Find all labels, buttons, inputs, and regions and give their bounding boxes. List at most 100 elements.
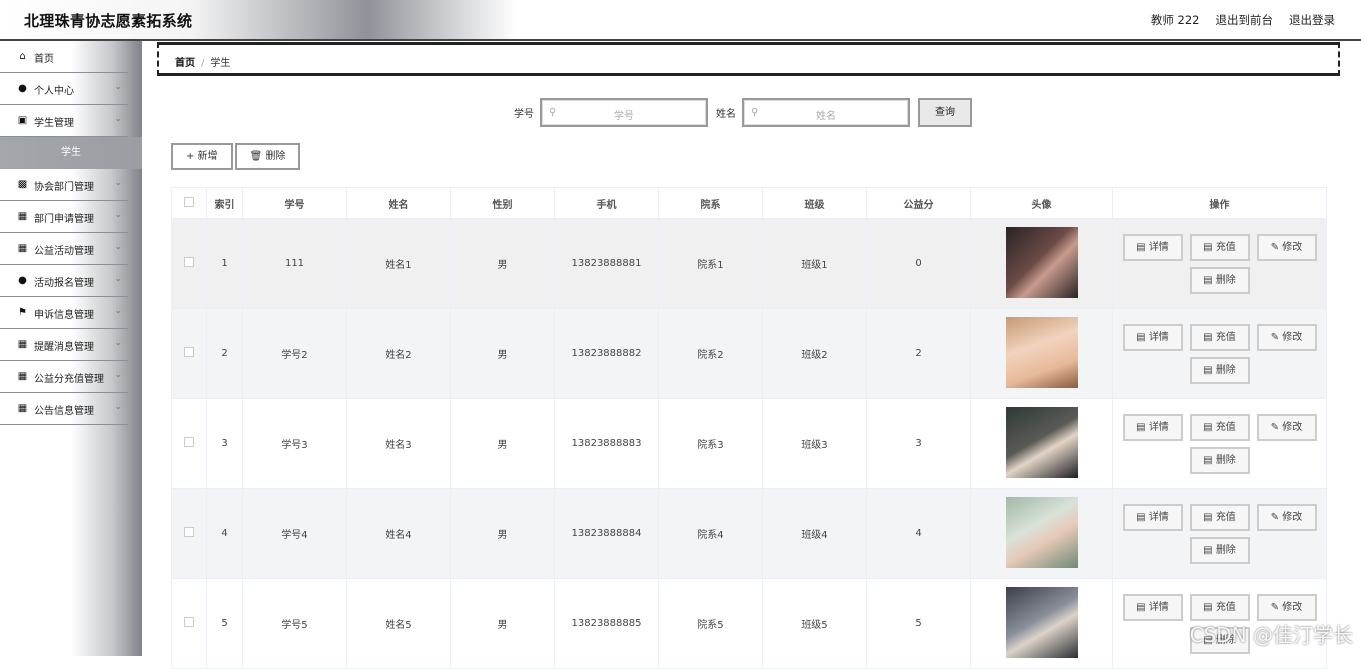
cell-dept: 院系5 bbox=[659, 579, 763, 669]
detail-button[interactable]: ▤ 详情 bbox=[1123, 234, 1183, 261]
sidebar-item-signup[interactable]: ● 活动报名管理 ⌄ bbox=[0, 265, 128, 297]
cell-phone: 13823888885 bbox=[555, 579, 659, 669]
edit-label: 修改 bbox=[1282, 602, 1302, 613]
cell-class: 班级5 bbox=[763, 579, 867, 669]
cell-sex: 男 bbox=[451, 399, 555, 489]
delete-label: 删除 bbox=[1216, 545, 1236, 556]
col-header-sid: 学号 bbox=[243, 188, 347, 219]
chevron-down-icon: ⌄ bbox=[114, 370, 122, 380]
detail-button[interactable]: ▤ 详情 bbox=[1123, 594, 1183, 621]
cell-score: 3 bbox=[867, 399, 971, 489]
edit-button[interactable]: ✎ 修改 bbox=[1257, 594, 1317, 621]
header-actions: 教师 222 退出到前台 退出登录 bbox=[1151, 12, 1335, 28]
detail-button[interactable]: ▤ 详情 bbox=[1123, 504, 1183, 531]
recharge-button[interactable]: ▤ 充值 bbox=[1190, 234, 1250, 261]
delete-label: 删除 bbox=[1216, 455, 1236, 466]
sidebar-item-dept-apply[interactable]: ▦ 部门申请管理 ⌄ bbox=[0, 201, 128, 233]
add-button[interactable]: + 新增 bbox=[171, 143, 233, 170]
chevron-down-icon: ⌄ bbox=[114, 402, 122, 412]
row-checkbox[interactable] bbox=[184, 437, 194, 447]
cell-dept: 院系4 bbox=[659, 489, 763, 579]
header-divider bbox=[0, 39, 1361, 41]
delete-button[interactable]: ▤ 删除 bbox=[1190, 357, 1250, 384]
name-input[interactable]: ⚲ 姓名 bbox=[742, 98, 910, 127]
pencil-icon: ✎ bbox=[1271, 242, 1283, 253]
recharge-label: 充值 bbox=[1216, 242, 1236, 253]
detail-button[interactable]: ▤ 详情 bbox=[1123, 324, 1183, 351]
batch-delete-button[interactable]: 🗑 删除 bbox=[235, 143, 301, 170]
sidebar-item-appeal[interactable]: ⚑ 申诉信息管理 ⌄ bbox=[0, 297, 128, 329]
recharge-button[interactable]: ▤ 充值 bbox=[1190, 504, 1250, 531]
recharge-button[interactable]: ▤ 充值 bbox=[1190, 324, 1250, 351]
cell-avatar bbox=[971, 219, 1113, 309]
select-all-header[interactable] bbox=[172, 188, 207, 219]
sidebar-item-personal[interactable]: ● 个人中心 ⌄ bbox=[0, 73, 128, 105]
cell-ops: ▤ 详情 ▤ 充值 ✎ 修改 ▤ 删除 bbox=[1113, 399, 1327, 489]
delete-button[interactable]: ▤ 删除 bbox=[1190, 537, 1250, 564]
chevron-down-icon: ⌄ bbox=[114, 178, 122, 188]
cell-index: 5 bbox=[207, 579, 243, 669]
delete-label: 删除 bbox=[1216, 275, 1236, 286]
doc-icon: ▤ bbox=[1136, 512, 1149, 523]
detail-button[interactable]: ▤ 详情 bbox=[1123, 414, 1183, 441]
doc-icon: ▤ bbox=[1203, 512, 1216, 523]
cell-index: 4 bbox=[207, 489, 243, 579]
top-header: 北理珠青协志愿素拓系统 教师 222 退出到前台 退出登录 bbox=[0, 0, 1361, 40]
edit-button[interactable]: ✎ 修改 bbox=[1257, 414, 1317, 441]
delete-button[interactable]: ▤ 删除 bbox=[1190, 447, 1250, 474]
sidebar-item-home[interactable]: ⌂ 首页 bbox=[0, 41, 128, 73]
sidebar-item-label: 提醒消息管理 bbox=[34, 338, 94, 353]
breadcrumb-home[interactable]: 首页 bbox=[175, 58, 195, 69]
detail-label: 详情 bbox=[1149, 242, 1169, 253]
sidebar-item-notice[interactable]: ▦ 公告信息管理 ⌄ bbox=[0, 393, 128, 425]
delete-button[interactable]: ▤ 删除 bbox=[1190, 267, 1250, 294]
chevron-down-icon: ⌄ bbox=[114, 306, 122, 316]
recharge-label: 充值 bbox=[1216, 602, 1236, 613]
sidebar-item-dept[interactable]: ▩ 协会部门管理 ⌄ bbox=[0, 169, 128, 201]
sidebar-item-reminder[interactable]: ▦ 提醒消息管理 ⌄ bbox=[0, 329, 128, 361]
edit-label: 修改 bbox=[1282, 332, 1302, 343]
row-select-cell[interactable] bbox=[172, 399, 207, 489]
cell-sex: 男 bbox=[451, 219, 555, 309]
doc-icon: ▤ bbox=[1203, 422, 1216, 433]
sidebar-item-label: 协会部门管理 bbox=[34, 178, 94, 193]
cell-name: 姓名3 bbox=[347, 399, 451, 489]
row-select-cell[interactable] bbox=[172, 219, 207, 309]
sidebar-item-label: 公益分充值管理 bbox=[34, 370, 104, 385]
logout-link[interactable]: 退出登录 bbox=[1289, 12, 1335, 28]
edit-button[interactable]: ✎ 修改 bbox=[1257, 504, 1317, 531]
cell-avatar bbox=[971, 489, 1113, 579]
col-header-class: 班级 bbox=[763, 188, 867, 219]
chevron-down-icon: ⌄ bbox=[114, 82, 122, 92]
trash-icon: ▤ bbox=[1203, 455, 1216, 466]
back-to-front-link[interactable]: 退出到前台 bbox=[1216, 12, 1274, 28]
query-button[interactable]: 查询 bbox=[918, 98, 972, 127]
row-select-cell[interactable] bbox=[172, 309, 207, 399]
sidebar-subitem-student[interactable]: 学生 bbox=[0, 137, 142, 169]
row-checkbox[interactable] bbox=[184, 257, 194, 267]
sidebar-item-students[interactable]: ▣ 学生管理 ⌄ bbox=[0, 105, 128, 137]
grid-icon: ▦ bbox=[17, 243, 28, 254]
edit-button[interactable]: ✎ 修改 bbox=[1257, 234, 1317, 261]
cell-phone: 13823888884 bbox=[555, 489, 659, 579]
sidebar-item-recharge[interactable]: ▦ 公益分充值管理 ⌄ bbox=[0, 361, 128, 393]
cell-sid: 学号4 bbox=[243, 489, 347, 579]
doc-icon: ▤ bbox=[1203, 602, 1216, 613]
row-checkbox[interactable] bbox=[184, 347, 194, 357]
edit-button[interactable]: ✎ 修改 bbox=[1257, 324, 1317, 351]
recharge-button[interactable]: ▤ 充值 bbox=[1190, 594, 1250, 621]
cell-index: 3 bbox=[207, 399, 243, 489]
row-select-cell[interactable] bbox=[172, 579, 207, 669]
table-row: 2学号2姓名2男13823888882院系2班级22▤ 详情▤ 充值✎ 修改▤ … bbox=[172, 309, 1327, 399]
select-all-checkbox[interactable] bbox=[184, 197, 194, 207]
col-header-sex: 性别 bbox=[451, 188, 555, 219]
sidebar-item-activity[interactable]: ▦ 公益活动管理 ⌄ bbox=[0, 233, 128, 265]
cell-phone: 13823888881 bbox=[555, 219, 659, 309]
trash-icon: ▤ bbox=[1203, 545, 1216, 556]
row-checkbox[interactable] bbox=[184, 527, 194, 537]
col-header-index: 索引 bbox=[207, 188, 243, 219]
student-id-input[interactable]: ⚲ 学号 bbox=[540, 98, 708, 127]
row-checkbox[interactable] bbox=[184, 617, 194, 627]
row-select-cell[interactable] bbox=[172, 489, 207, 579]
recharge-button[interactable]: ▤ 充值 bbox=[1190, 414, 1250, 441]
